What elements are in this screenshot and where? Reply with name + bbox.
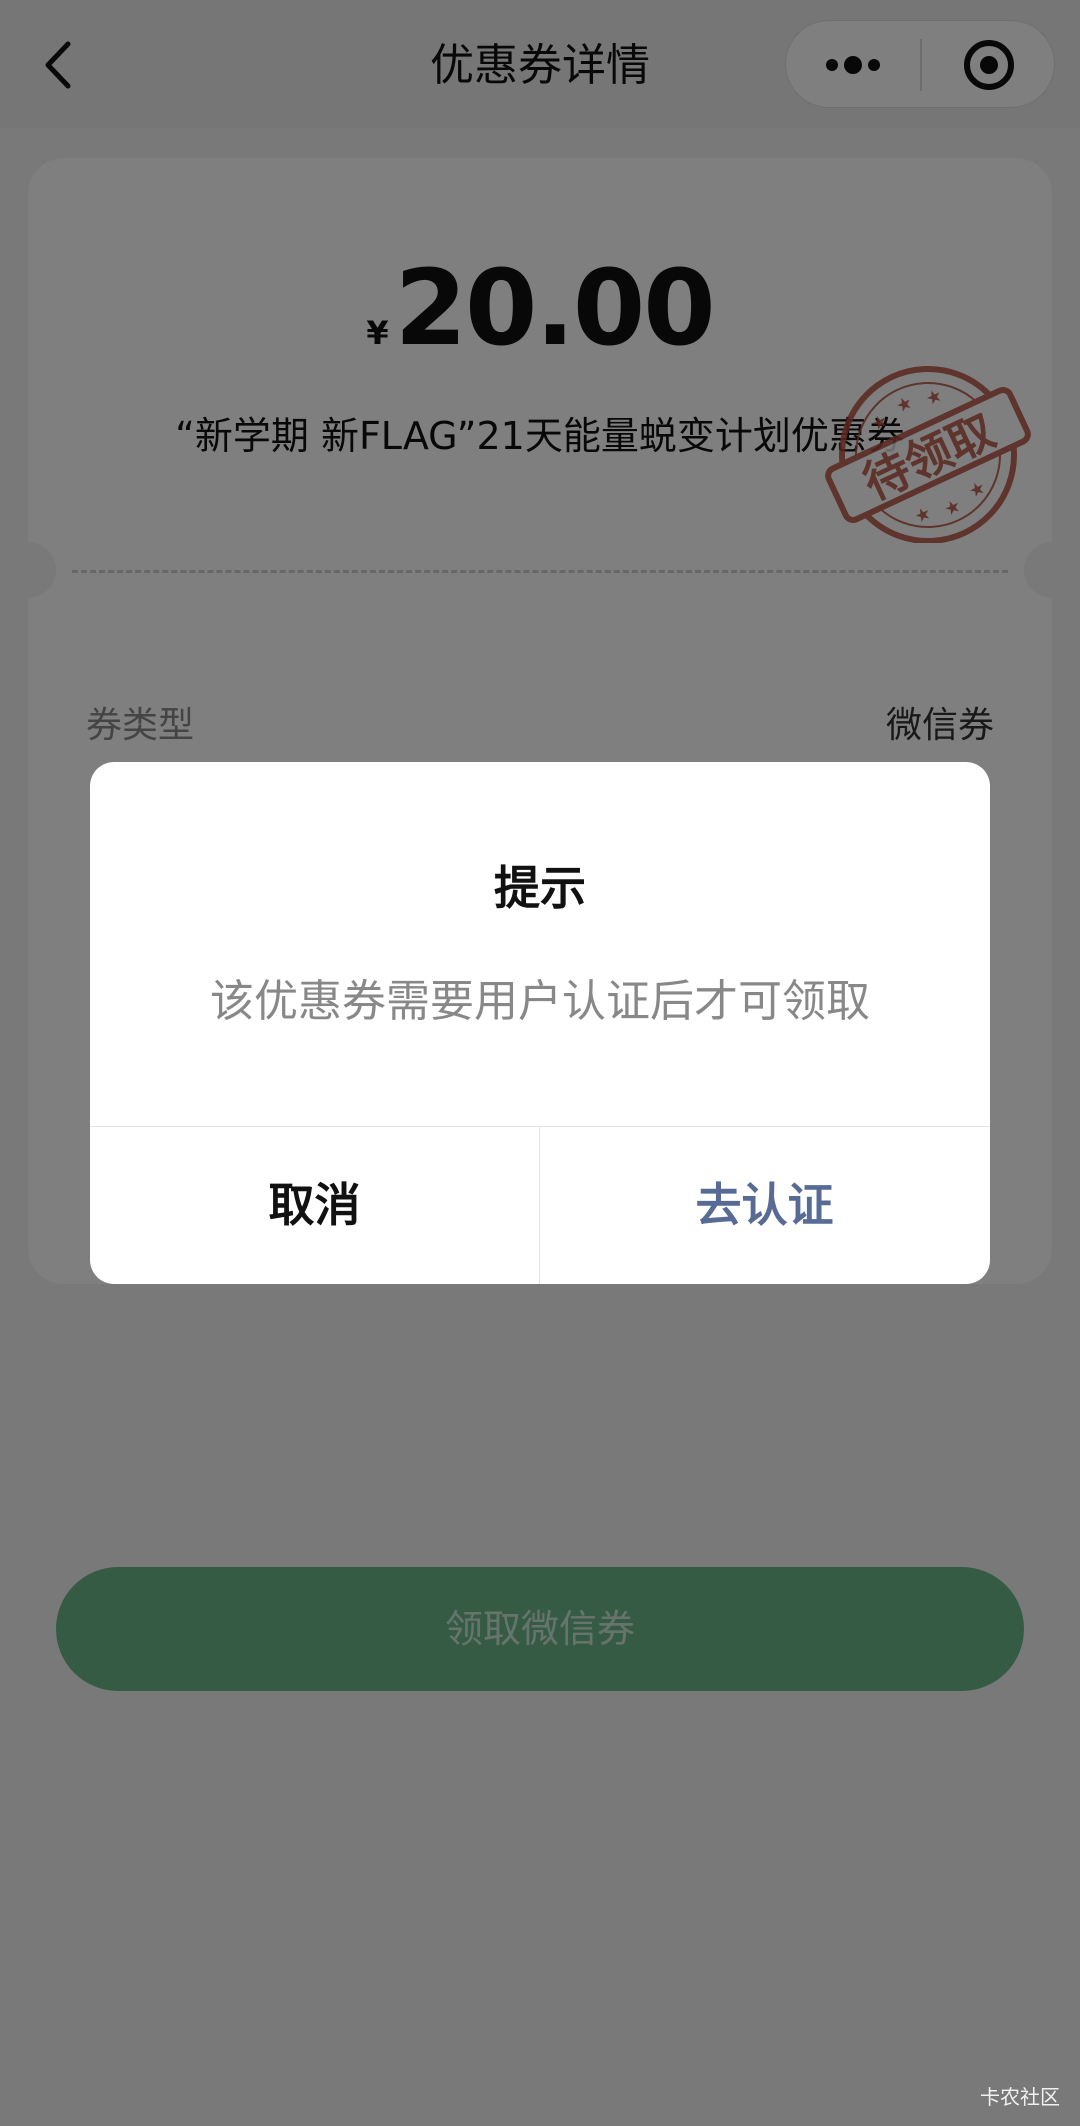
watermark: 卡农社区 <box>980 2085 1060 2109</box>
dialog-message: 该优惠券需要用户认证后才可领取 <box>210 976 870 1027</box>
coupon-detail-page: 优惠券详情 ¥20.00 “新学期 新FLAG”21天能量蜕变计划优惠券 <box>0 0 1080 2126</box>
dialog-title: 提示 <box>494 861 586 915</box>
cancel-button[interactable]: 取消 <box>90 1127 539 1284</box>
verification-dialog: 提示 该优惠券需要用户认证后才可领取 取消 去认证 <box>90 762 990 1284</box>
verify-button[interactable]: 去认证 <box>540 1127 989 1284</box>
